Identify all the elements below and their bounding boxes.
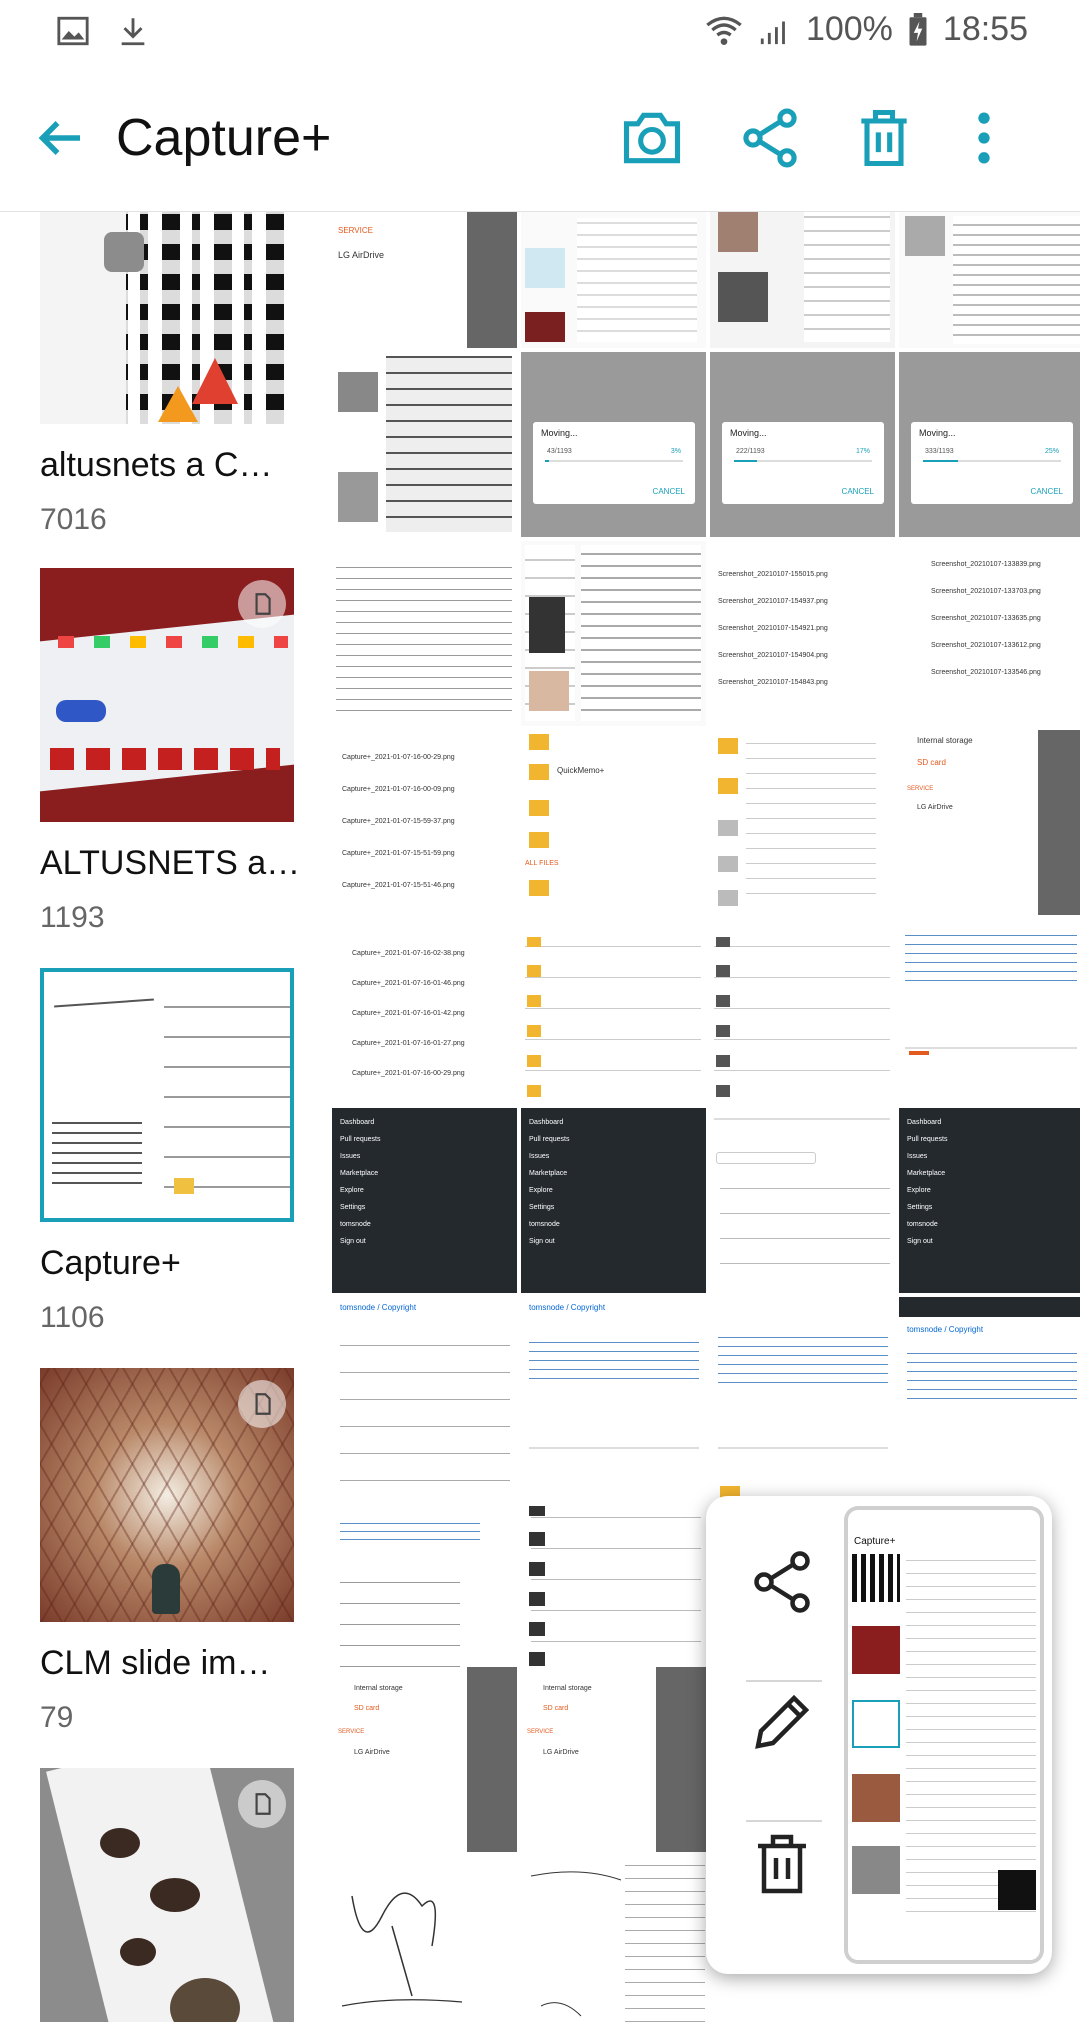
album-count: 1193 bbox=[40, 901, 105, 934]
dark-menu-thumb[interactable]: Dashboard Pull requests Issues Marketplace E… bbox=[521, 1108, 706, 1293]
storage-thumb[interactable]: Internal storage SD card SERVICE LG AirD… bbox=[899, 730, 1080, 915]
album-list: altusnets a C… 7016 ALTUSNETS a… 1193 Ca… bbox=[0, 212, 332, 2034]
trash-icon[interactable] bbox=[746, 1828, 818, 1900]
more-vert-icon[interactable] bbox=[966, 104, 1002, 172]
repo-thumb[interactable] bbox=[710, 1108, 895, 1293]
sd-card-icon bbox=[238, 1380, 286, 1428]
grid-thumbnail[interactable]: SERVICE LG AirDrive bbox=[332, 212, 517, 348]
storage-thumb[interactable]: Internal storage SD card SERVICE LG AirD… bbox=[332, 1667, 517, 1852]
screenshot-popup: Capture+ bbox=[706, 1496, 1052, 1974]
repo-thumb[interactable] bbox=[710, 1297, 895, 1482]
grid-thumbnail[interactable] bbox=[521, 212, 706, 348]
dark-menu-thumb[interactable]: Dashboard Pull requests Issues Marketplace E… bbox=[899, 1108, 1080, 1293]
album-name: ALTUSNETS a… bbox=[40, 844, 301, 882]
moving-dialog-thumb[interactable]: Moving... 222/1193 17% CANCEL bbox=[710, 352, 895, 537]
album-name: altusnets a C… bbox=[40, 446, 273, 484]
album-thumbnail bbox=[40, 1368, 294, 1622]
grid-thumbnail[interactable] bbox=[332, 352, 517, 537]
wifi-icon bbox=[706, 16, 742, 45]
file-list-thumb[interactable]: Screenshot_20210107-133839.png Screensho… bbox=[899, 541, 1080, 726]
album-count: 7016 bbox=[40, 503, 107, 536]
file-list-thumb[interactable]: Screenshot_20210107-155015.png Screensho… bbox=[710, 541, 895, 726]
back-arrow-icon[interactable] bbox=[30, 108, 90, 168]
album-item[interactable] bbox=[40, 1768, 294, 2022]
album-count: 1106 bbox=[40, 1301, 105, 1334]
repo-thumb[interactable]: tomsnode / Copyright bbox=[521, 1297, 706, 1482]
file-list-thumb[interactable]: Capture+_2021-01-07-16-02-38.png Capture… bbox=[332, 919, 517, 1104]
share-icon[interactable] bbox=[746, 1546, 818, 1618]
dark-menu-thumb[interactable]: Dashboard Pull requests Issues Marketplace E… bbox=[332, 1108, 517, 1293]
sd-card-icon bbox=[238, 1780, 286, 1828]
screenshot-preview[interactable]: Capture+ bbox=[844, 1506, 1044, 1964]
file-list-thumb[interactable]: Capture+_2021-01-07-16-00-29.png Capture… bbox=[332, 730, 517, 915]
album-thumbnail bbox=[40, 968, 294, 1222]
battery-charging-icon bbox=[909, 12, 927, 46]
album-name: CLM slide im… bbox=[40, 1644, 271, 1682]
grid-thumbnail[interactable] bbox=[899, 212, 1080, 348]
battery-percent: 100% bbox=[805, 10, 893, 48]
page-title: Capture+ bbox=[116, 109, 332, 167]
album-count: 79 bbox=[40, 1701, 74, 1734]
repo-thumb[interactable]: tomsnode / Copyright bbox=[332, 1297, 517, 1707]
grid-thumbnail[interactable] bbox=[521, 541, 706, 726]
signal-icon bbox=[760, 21, 785, 44]
grid-thumbnail[interactable] bbox=[332, 541, 517, 726]
sd-card-icon bbox=[238, 580, 286, 628]
album-thumbnail bbox=[40, 212, 294, 424]
trash-icon[interactable] bbox=[850, 104, 918, 172]
handwriting-thumb[interactable] bbox=[332, 1856, 517, 2034]
moving-dialog-thumb[interactable]: Moving... 333/1193 25% CANCEL bbox=[899, 352, 1080, 537]
gallery-notification-icon bbox=[57, 16, 89, 46]
clock: 18:55 bbox=[942, 10, 1028, 48]
app-bar: Capture+ bbox=[0, 64, 1080, 212]
album-thumbnail bbox=[40, 568, 294, 822]
handwriting-thumb[interactable] bbox=[521, 1856, 706, 2034]
share-icon[interactable] bbox=[736, 104, 804, 172]
divider bbox=[746, 1820, 822, 1822]
edit-icon[interactable] bbox=[746, 1686, 818, 1758]
moving-dialog-thumb[interactable]: Moving... 43/1193 3% CANCEL bbox=[521, 352, 706, 537]
file-list-thumb[interactable] bbox=[710, 919, 895, 1104]
album-thumbnail bbox=[40, 1768, 294, 2022]
grid-thumbnail[interactable] bbox=[710, 212, 895, 348]
download-icon bbox=[121, 18, 145, 46]
album-name: Capture+ bbox=[40, 1244, 181, 1282]
file-list-thumb[interactable] bbox=[521, 919, 706, 1104]
folder-list-thumb[interactable]: QuickMemo+ ALL FILES bbox=[521, 730, 706, 915]
album-item[interactable]: ALTUSNETS a… 1193 bbox=[40, 568, 301, 935]
repo-thumb[interactable] bbox=[899, 919, 1080, 1104]
status-bar: 100% 18:55 bbox=[0, 0, 1080, 64]
album-item[interactable]: Capture+ 1106 bbox=[40, 968, 294, 1335]
repo-thumb[interactable]: tomsnode / Copyright bbox=[899, 1297, 1080, 1482]
album-item[interactable]: altusnets a C… 7016 bbox=[40, 212, 294, 537]
divider bbox=[746, 1680, 822, 1682]
camera-icon[interactable] bbox=[618, 104, 686, 172]
storage-thumb[interactable]: Internal storage SD card SERVICE LG AirD… bbox=[521, 1667, 706, 1852]
folder-list-thumb[interactable] bbox=[710, 730, 895, 915]
album-item[interactable]: CLM slide im… 79 bbox=[40, 1368, 294, 1735]
